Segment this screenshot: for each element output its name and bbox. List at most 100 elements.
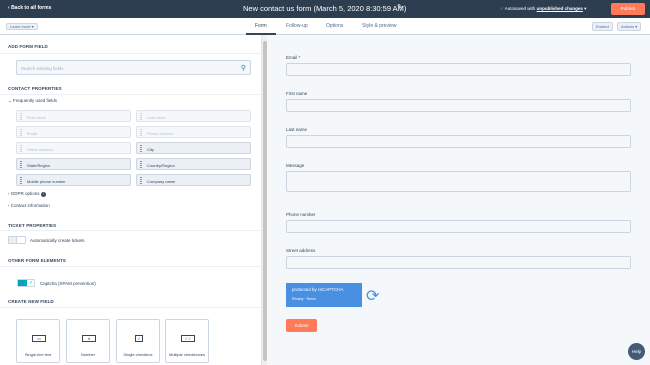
drag-handle-icon[interactable]	[20, 177, 22, 184]
field-state-region[interactable]: State/Region	[16, 158, 131, 170]
recaptcha-links[interactable]: Privacy · Terms	[292, 297, 316, 301]
field-last-name: Last name	[136, 110, 251, 122]
frequently-used-toggle[interactable]: ⌄ Frequently used fields	[8, 98, 57, 104]
divider	[0, 53, 261, 54]
tab-options[interactable]: Options	[326, 23, 343, 29]
recaptcha-panel: protected by reCAPTCHA Privacy · Terms	[286, 283, 362, 307]
drag-handle-icon[interactable]	[140, 145, 142, 152]
search-input[interactable]: Search existing fields ⚲	[16, 60, 251, 75]
new-field-number[interactable]: # Number	[66, 319, 110, 363]
text-field-icon: ▭	[32, 335, 46, 342]
drag-handle-icon[interactable]	[140, 161, 142, 168]
field-label: Last name	[147, 115, 166, 120]
field-label: First name	[27, 115, 46, 120]
drag-handle-icon	[20, 145, 22, 152]
check-icon: ✓	[500, 6, 504, 11]
divider	[0, 307, 261, 308]
create-field-title: CREATE NEW FIELD	[8, 299, 54, 304]
search-icon[interactable]: ⚲	[241, 64, 246, 72]
frequently-used-label: Frequently used fields	[13, 98, 58, 103]
field-label: City	[147, 147, 154, 152]
multi-checkbox-icon: ✓✓	[181, 335, 195, 342]
search-placeholder: Search existing fields	[21, 66, 64, 71]
ticket-properties-title: TICKET PROPERTIES	[8, 223, 57, 228]
drag-handle-icon	[140, 129, 142, 136]
field-email: Email	[16, 126, 131, 138]
field-label: State/Region	[27, 163, 51, 168]
submit-button[interactable]: Submit	[286, 319, 317, 332]
number-field-icon: #	[82, 335, 96, 342]
captcha-label: Captcha (SPAM prevention)	[40, 281, 96, 286]
gdpr-options-toggle[interactable]: › GDPR options i	[8, 191, 46, 197]
top-bar: ‹ Back to all forms New contact us form …	[0, 0, 650, 18]
autosave-text: Autosaved with	[504, 6, 536, 11]
divider	[0, 266, 261, 267]
new-field-multiple-checkboxes[interactable]: ✓✓ Multiple checkboxes	[165, 319, 209, 363]
message-textarea[interactable]	[286, 171, 631, 192]
drag-handle-icon	[20, 129, 22, 136]
card-label: Single checkbox	[123, 352, 153, 357]
scrollbar-thumb[interactable]	[263, 41, 267, 361]
field-phone-number: Phone number	[136, 126, 251, 138]
field-first-name: First name	[16, 110, 131, 122]
card-label: Multiple checkboxes	[168, 352, 206, 357]
field-city[interactable]: City	[136, 142, 251, 154]
message-label: Message	[286, 163, 305, 168]
field-mobile-phone[interactable]: Mobile phone number	[16, 174, 131, 186]
phone-number-field[interactable]	[286, 220, 631, 233]
last-name-label: Last name	[286, 127, 308, 132]
embed-button[interactable]: Embed	[592, 22, 613, 31]
drag-handle-icon	[20, 113, 22, 120]
drag-handle-icon[interactable]	[140, 177, 142, 184]
unpublished-changes-link[interactable]: unpublished changes	[537, 6, 583, 11]
card-label: Number	[80, 352, 96, 357]
drag-handle-icon	[140, 113, 142, 120]
drag-handle-icon[interactable]	[20, 161, 22, 168]
back-to-forms-link[interactable]: ‹ Back to all forms	[8, 5, 51, 11]
tab-follow-up[interactable]: Follow-up	[286, 23, 308, 29]
field-company-name[interactable]: Company name	[136, 174, 251, 186]
tab-form[interactable]: Form	[255, 23, 267, 29]
recaptcha-text: protected by reCAPTCHA	[292, 287, 344, 292]
contact-info-label: Contact information	[10, 203, 50, 208]
sub-bar: Learn more ▾ Form Follow-up Options Styl…	[0, 18, 650, 35]
field-label: Street address	[27, 147, 54, 152]
phone-number-label: Phone number	[286, 212, 316, 217]
left-panel-scrollbar[interactable]	[261, 35, 267, 365]
actions-button[interactable]: Actions ▾	[617, 22, 642, 31]
email-label: Email *	[286, 55, 301, 60]
last-name-field[interactable]	[286, 135, 631, 148]
checkbox-icon: ✓	[135, 335, 143, 342]
recaptcha-badge: protected by reCAPTCHA Privacy · Terms ⟳	[286, 283, 386, 307]
new-field-single-checkbox[interactable]: ✓ Single checkbox	[116, 319, 160, 363]
field-country-region[interactable]: Country/Region	[136, 158, 251, 170]
contact-information-toggle[interactable]: › Contact information	[8, 203, 50, 208]
learn-more-button[interactable]: Learn more ▾	[6, 23, 38, 30]
field-label: Mobile phone number	[27, 179, 66, 184]
tab-style-preview[interactable]: Style & preview	[362, 23, 396, 29]
left-panel	[0, 35, 261, 365]
back-label[interactable]: Back to all forms	[11, 5, 51, 11]
auto-ticket-label: Automatically create tickets	[30, 238, 85, 243]
card-label: Single-line text	[24, 352, 52, 357]
field-label: Country/Region	[147, 163, 175, 168]
gdpr-label: GDPR options	[10, 191, 40, 196]
publish-button[interactable]: Publish	[611, 3, 645, 15]
toggle-knob	[18, 280, 27, 286]
captcha-toggle[interactable]: ✓	[17, 279, 35, 287]
check-icon: ✓	[29, 280, 34, 286]
street-address-label: Street address	[286, 248, 316, 253]
pencil-icon[interactable]: ✎	[397, 3, 403, 11]
street-address-field[interactable]	[286, 256, 631, 269]
field-street-address: Street address	[16, 142, 131, 154]
new-field-single-line-text[interactable]: ▭ Single-line text	[16, 319, 60, 363]
auto-ticket-toggle[interactable]	[8, 236, 26, 244]
form-title: New contact us form (March 5, 2020 8:30:…	[243, 4, 407, 13]
info-icon[interactable]: i	[40, 192, 46, 197]
first-name-label: First name	[286, 91, 308, 96]
email-field[interactable]	[286, 63, 631, 76]
form-preview-area	[268, 35, 650, 365]
contact-properties-title: CONTACT PROPERTIES	[8, 86, 62, 91]
help-button[interactable]: Help	[628, 343, 645, 360]
first-name-field[interactable]	[286, 99, 631, 112]
